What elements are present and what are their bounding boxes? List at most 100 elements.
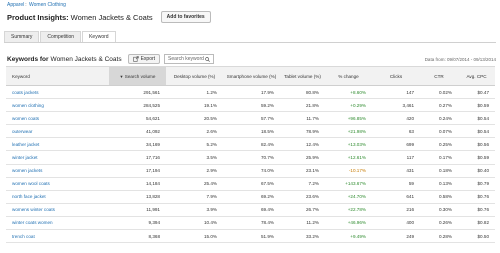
cell-keyword[interactable]: trench coat xyxy=(6,229,109,244)
cell-keyword[interactable]: coats jackets xyxy=(6,85,109,100)
column-header-keyword[interactable]: Keyword xyxy=(6,66,109,86)
column-header-desktop-volume[interactable]: Desktop volume (%) xyxy=(166,66,223,86)
cell-tablet-volume: 23.1% xyxy=(280,164,325,178)
table-row[interactable]: trench coat 8,368 15.0% 51.9% 33.2% +9.49% 249… xyxy=(6,229,495,244)
add-to-favorites-button[interactable]: Add to favorites xyxy=(160,11,211,23)
table-body: coats jackets 291,561 1.2% 17.9% 80.8% +8.60%… xyxy=(6,85,495,244)
table-row[interactable]: winter jacket 17,716 3.5% 70.7% 25.9% +12.61%… xyxy=(6,150,495,165)
cell-clicks: 249 xyxy=(372,229,420,244)
cell-keyword[interactable]: leather jacket xyxy=(6,137,109,152)
cell-tablet-volume: 26.7% xyxy=(280,203,325,217)
cell-keyword[interactable]: winter coats women xyxy=(6,216,109,231)
cell-keyword[interactable]: north face jacket xyxy=(6,190,109,204)
cell-search-volume: 8,368 xyxy=(109,229,166,244)
cell-tablet-volume: 7.2% xyxy=(280,177,325,191)
cell-avg-cpc: $0.47 xyxy=(458,85,495,100)
table-row[interactable]: outerwear 41,092 2.6% 18.5% 78.9% +21.98% 63 0.… xyxy=(6,124,495,139)
cell-desktop-volume: 1.2% xyxy=(166,85,223,100)
cell-ctr: 0.18% xyxy=(420,164,458,178)
search-icon[interactable] xyxy=(205,56,210,62)
cell-percent-change: -10.17% xyxy=(325,164,372,178)
cell-tablet-volume: 78.9% xyxy=(280,124,325,139)
table-row[interactable]: leather jacket 34,169 5.2% 82.4% 12.4% +13.03… xyxy=(6,137,495,152)
cell-ctr: 0.07% xyxy=(420,124,458,139)
keywords-heading-label: Keywords for xyxy=(7,55,49,63)
breadcrumb-current[interactable]: Women Clothing xyxy=(29,2,66,8)
cell-tablet-volume: 80.8% xyxy=(280,85,325,100)
cell-ctr: 0.27% xyxy=(420,98,458,113)
cell-tablet-volume: 21.8% xyxy=(280,98,325,113)
cell-ctr: 0.13% xyxy=(420,177,458,191)
cell-smartphone-volume: 69.2% xyxy=(223,190,280,204)
cell-percent-change: +12.61% xyxy=(325,150,372,165)
cell-keyword[interactable]: winter jacket xyxy=(6,150,109,165)
cell-keyword[interactable]: women wool coats xyxy=(6,177,109,191)
cell-keyword[interactable]: women clothing xyxy=(6,98,109,113)
cell-smartphone-volume: 51.9% xyxy=(223,229,280,244)
cell-clicks: 431 xyxy=(372,164,420,178)
cell-keyword[interactable]: womens winter coats xyxy=(6,203,109,217)
cell-avg-cpc: $0.56 xyxy=(458,137,495,152)
cell-clicks: 420 xyxy=(372,111,420,126)
breadcrumb-separator: : xyxy=(25,2,27,8)
cell-avg-cpc: $0.50 xyxy=(458,229,495,244)
table-row[interactable]: north face jacket 13,828 7.9% 69.2% 23.6% +24… xyxy=(6,190,495,204)
table-row[interactable]: women clothing 284,525 19.1% 59.2% 21.8% +0.2… xyxy=(6,98,495,113)
column-header-search-volume[interactable]: ▼ Search volume xyxy=(109,66,166,86)
keyword-search-input[interactable]: Search keyword xyxy=(164,54,215,64)
cell-percent-change: +9.49% xyxy=(325,229,372,244)
search-volume-label: Search volume xyxy=(124,73,156,79)
cell-avg-cpc: $0.76 xyxy=(458,203,495,217)
cell-avg-cpc: $0.59 xyxy=(458,150,495,165)
table-row[interactable]: women wool coats 14,184 25.4% 67.5% 7.2% +143… xyxy=(6,177,495,191)
column-header-clicks[interactable]: Clicks xyxy=(372,66,420,86)
breadcrumb-parent[interactable]: Apparel xyxy=(7,2,24,8)
cell-desktop-volume: 2.6% xyxy=(166,124,223,139)
cell-smartphone-volume: 67.5% xyxy=(223,177,280,191)
cell-smartphone-volume: 82.4% xyxy=(223,137,280,152)
keyword-search-placeholder: Search keyword xyxy=(168,56,204,62)
keywords-table: Keyword ▼ Search volume Desktop volume (… xyxy=(6,66,495,244)
cell-smartphone-volume: 70.7% xyxy=(223,150,280,165)
tab-keyword[interactable]: Keyword xyxy=(82,31,116,42)
column-header-percent-change[interactable]: % change xyxy=(325,66,372,86)
column-header-smartphone-volume[interactable]: Smartphone volume (%) xyxy=(223,66,280,86)
cell-smartphone-volume: 57.7% xyxy=(223,111,280,126)
cell-avg-cpc: $0.54 xyxy=(458,111,495,126)
export-button[interactable]: Export xyxy=(127,54,161,64)
cell-keyword[interactable]: women coats xyxy=(6,111,109,126)
table-row[interactable]: women coats 54,621 20.5% 57.7% 11.7% +96.85% 4… xyxy=(6,111,495,126)
cell-search-volume: 54,621 xyxy=(109,111,166,126)
cell-search-volume: 284,525 xyxy=(109,98,166,113)
cell-desktop-volume: 20.5% xyxy=(166,111,223,126)
cell-keyword[interactable]: outerwear xyxy=(6,124,109,139)
column-header-ctr[interactable]: CTR xyxy=(420,66,458,86)
tab-competition[interactable]: Competition xyxy=(40,31,82,42)
column-header-tablet-volume[interactable]: Tablet volume (%) xyxy=(280,66,325,86)
cell-clicks: 59 xyxy=(372,177,420,191)
cell-tablet-volume: 11.2% xyxy=(280,216,325,231)
cell-search-volume: 14,184 xyxy=(109,177,166,191)
table-row[interactable]: women jackets 17,194 2.9% 74.0% 23.1% -10.17%… xyxy=(6,164,495,178)
cell-desktop-volume: 25.4% xyxy=(166,177,223,191)
cell-clicks: 216 xyxy=(372,203,420,217)
tab-summary[interactable]: Summary xyxy=(4,31,40,42)
cell-percent-change: +46.96% xyxy=(325,216,372,231)
table-row[interactable]: winter coats women 9,394 10.4% 78.4% 11.2% +4… xyxy=(6,216,495,231)
column-header-avg-cpc[interactable]: Avg. CPC xyxy=(458,66,495,86)
cell-avg-cpc: $0.54 xyxy=(458,124,495,139)
cell-ctr: 0.26% xyxy=(420,216,458,231)
cell-percent-change: +0.29% xyxy=(325,98,372,113)
cell-ctr: 0.02% xyxy=(420,85,458,100)
table-row[interactable]: coats jackets 291,561 1.2% 17.9% 80.8% +8.60%… xyxy=(6,85,495,100)
cell-clicks: 3,461 xyxy=(372,98,420,113)
cell-clicks: 117 xyxy=(372,150,420,165)
cell-smartphone-volume: 74.0% xyxy=(223,164,280,178)
cell-desktop-volume: 7.9% xyxy=(166,190,223,204)
cell-keyword[interactable]: women jackets xyxy=(6,164,109,178)
table-row[interactable]: womens winter coats 11,991 3.9% 69.4% 26.7% +… xyxy=(6,203,495,217)
cell-smartphone-volume: 18.5% xyxy=(223,124,280,139)
sort-descending-icon: ▼ xyxy=(119,73,124,79)
cell-clicks: 147 xyxy=(372,85,420,100)
cell-tablet-volume: 33.2% xyxy=(280,229,325,244)
